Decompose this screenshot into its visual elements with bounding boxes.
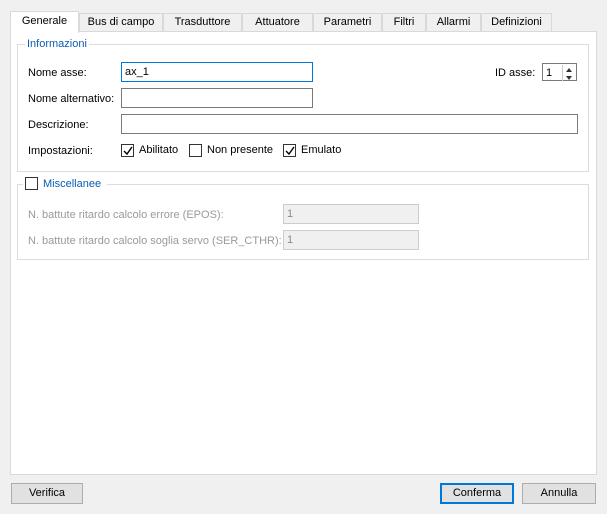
miscellanee-header: Miscellanee xyxy=(23,177,107,191)
descrizione-input[interactable] xyxy=(121,114,578,134)
epos-label: N. battute ritardo calcolo errore (EPOS)… xyxy=(28,209,224,221)
epos-input[interactable] xyxy=(283,204,419,224)
tab-parametri[interactable]: Parametri xyxy=(313,13,382,31)
abilitato-checkbox[interactable] xyxy=(121,144,134,157)
nome-asse-input[interactable] xyxy=(121,62,313,82)
verifica-button[interactable]: Verifica xyxy=(11,483,83,504)
tab-trasduttore[interactable]: Trasduttore xyxy=(163,13,242,31)
spin-up-icon[interactable] xyxy=(563,65,575,73)
id-asse-label: ID asse: xyxy=(495,67,536,79)
miscellanee-checkbox[interactable] xyxy=(25,177,38,190)
descrizione-label: Descrizione: xyxy=(28,119,89,131)
checkmark-icon xyxy=(123,146,133,156)
ser-input[interactable] xyxy=(283,230,419,250)
checkmark-icon xyxy=(285,146,295,156)
id-asse-value: 1 xyxy=(546,67,553,79)
nome-alternativo-input[interactable] xyxy=(121,88,313,108)
annulla-button[interactable]: Annulla xyxy=(522,483,596,504)
non-presente-label: Non presente xyxy=(207,144,274,156)
spin-down-icon[interactable] xyxy=(563,73,575,81)
abilitato-label: Abilitato xyxy=(139,144,179,156)
tab-panel-generale: Informazioni Nome asse: ID asse: 1 Nome … xyxy=(10,31,597,475)
tab-generale[interactable]: Generale xyxy=(10,11,79,33)
nome-asse-label: Nome asse: xyxy=(28,67,87,79)
informazioni-group: Informazioni Nome asse: ID asse: 1 Nome … xyxy=(17,37,589,172)
emulato-label: Emulato xyxy=(301,144,342,156)
id-asse-spin-buttons xyxy=(562,65,575,81)
tab-allarmi[interactable]: Allarmi xyxy=(426,13,481,31)
emulato-checkbox[interactable] xyxy=(283,144,296,157)
non-presente-checkbox[interactable] xyxy=(189,144,202,157)
id-asse-spinbox[interactable]: 1 xyxy=(542,63,577,81)
tab-bus-di-campo[interactable]: Bus di campo xyxy=(79,13,163,31)
conferma-button[interactable]: Conferma xyxy=(440,483,514,504)
tab-filtri[interactable]: Filtri xyxy=(382,13,426,31)
miscellanee-group-title: Miscellanee xyxy=(43,178,102,190)
impostazioni-label: Impostazioni: xyxy=(28,145,93,157)
nome-alternativo-label: Nome alternativo: xyxy=(28,93,115,105)
ser-label: N. battute ritardo calcolo soglia servo … xyxy=(28,235,282,247)
miscellanee-group: Miscellanee N. battute ritardo calcolo e… xyxy=(17,177,589,260)
tab-definizioni[interactable]: Definizioni xyxy=(481,13,552,31)
informazioni-group-title: Informazioni xyxy=(25,37,89,51)
tab-attuatore[interactable]: Attuatore xyxy=(242,13,313,31)
